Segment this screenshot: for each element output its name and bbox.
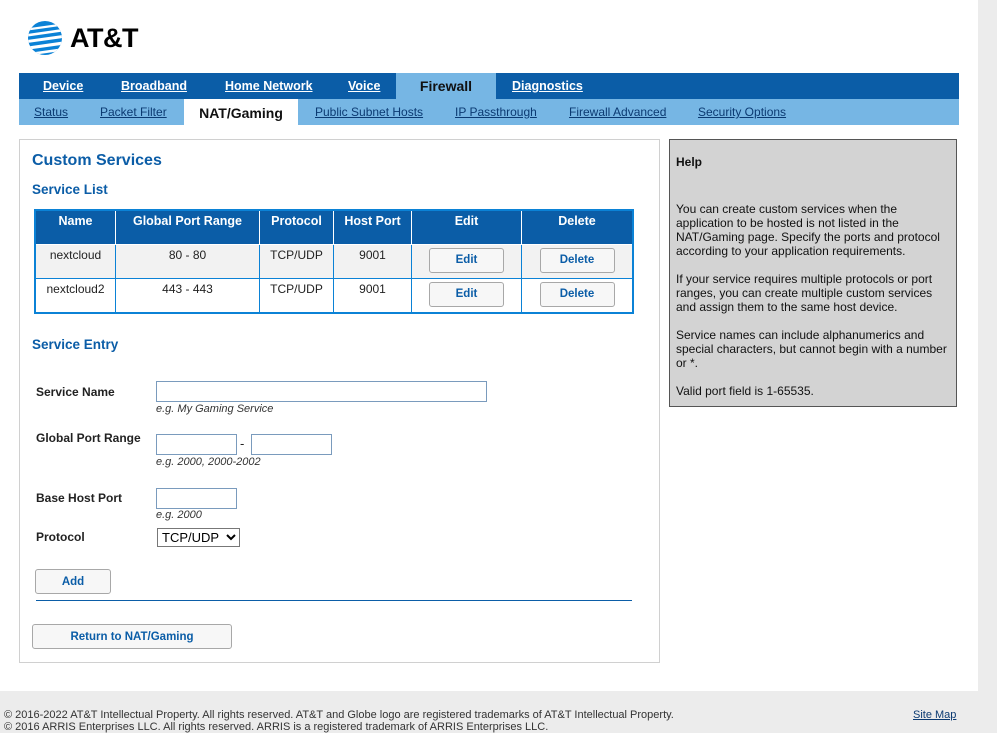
cell-delete: Delete <box>522 245 632 279</box>
tab-device[interactable]: Device <box>43 73 83 99</box>
copyright-arris: © 2016 ARRIS Enterprises LLC. All rights… <box>4 721 549 733</box>
cell-host-port: 9001 <box>334 245 412 279</box>
help-paragraph: You can create custom services when the … <box>676 202 940 258</box>
table-row: nextcloud2 443 - 443 TCP/UDP 9001 Edit D… <box>36 279 632 312</box>
port-range-hint: e.g. 2000, 2000-2002 <box>156 456 261 468</box>
cell-edit: Edit <box>412 279 522 312</box>
main-nav: Device Broadband Home Network Voice Fire… <box>19 73 959 99</box>
att-logo: AT&T <box>26 18 138 58</box>
host-port-input[interactable] <box>156 488 237 509</box>
footer: © 2016-2022 AT&T Intellectual Property. … <box>4 709 674 733</box>
help-paragraph: Valid port field is 1-65535. <box>676 384 814 398</box>
cell-range: 80 - 80 <box>116 245 260 279</box>
service-list-heading: Service List <box>32 182 108 197</box>
cell-range: 443 - 443 <box>116 279 260 312</box>
column-header: Global Port Range <box>116 211 260 245</box>
service-name-input[interactable] <box>156 381 487 402</box>
help-paragraph: Service names can include alphanumerics … <box>676 328 947 370</box>
port-range-dash: - <box>240 436 245 451</box>
site-map-link[interactable]: Site Map <box>913 709 956 721</box>
page-title: Custom Services <box>32 152 162 169</box>
tab-broadband[interactable]: Broadband <box>121 73 187 99</box>
column-header: Protocol <box>260 211 334 245</box>
help-panel: Help You can create custom services when… <box>669 139 957 407</box>
tab-home-network[interactable]: Home Network <box>225 73 313 99</box>
tab-diagnostics[interactable]: Diagnostics <box>512 73 583 99</box>
cell-name: nextcloud2 <box>36 279 116 312</box>
protocol-select[interactable]: TCP/UDP <box>157 528 240 547</box>
protocol-label: Protocol <box>36 530 85 544</box>
column-header: Delete <box>522 211 632 245</box>
copyright-att: © 2016-2022 AT&T Intellectual Property. … <box>4 709 674 721</box>
service-name-label: Service Name <box>36 385 115 399</box>
table-row: nextcloud 80 - 80 TCP/UDP 9001 Edit Dele… <box>36 245 632 279</box>
globe-icon <box>28 21 62 55</box>
column-header: Host Port <box>334 211 412 245</box>
service-name-hint: e.g. My Gaming Service <box>156 403 274 415</box>
subtab-nat-gaming[interactable]: NAT/Gaming <box>184 99 298 126</box>
cell-name: nextcloud <box>36 245 116 279</box>
cell-edit: Edit <box>412 245 522 279</box>
delete-button[interactable]: Delete <box>539 248 615 273</box>
port-range-start-input[interactable] <box>156 434 237 455</box>
subtab-security-options[interactable]: Security Options <box>698 99 786 125</box>
cell-protocol: TCP/UDP <box>260 245 334 279</box>
divider <box>36 600 632 601</box>
column-header: Name <box>36 211 116 245</box>
edit-button[interactable]: Edit <box>429 282 504 307</box>
cell-protocol: TCP/UDP <box>260 279 334 312</box>
service-list-table: Name Global Port Range Protocol Host Por… <box>34 209 634 314</box>
subtab-ip-passthrough[interactable]: IP Passthrough <box>455 99 537 125</box>
service-entry-heading: Service Entry <box>32 337 119 352</box>
help-title: Help <box>676 155 703 169</box>
subtab-status[interactable]: Status <box>34 99 68 125</box>
sub-nav: Status Packet Filter NAT/Gaming Public S… <box>19 99 959 126</box>
help-paragraph: If your service requires multiple protoc… <box>676 272 933 314</box>
edit-button[interactable]: Edit <box>429 248 504 273</box>
delete-button[interactable]: Delete <box>539 282 615 307</box>
subtab-public-subnet-hosts[interactable]: Public Subnet Hosts <box>315 99 423 125</box>
subtab-packet-filter[interactable]: Packet Filter <box>100 99 167 125</box>
cell-delete: Delete <box>522 279 632 312</box>
cell-host-port: 9001 <box>334 279 412 312</box>
return-to-nat-gaming-button[interactable]: Return to NAT/Gaming <box>32 624 232 649</box>
logo-text: AT&T <box>70 22 138 53</box>
port-range-end-input[interactable] <box>251 434 332 455</box>
add-button[interactable]: Add <box>35 569 111 594</box>
table-header-row: Name Global Port Range Protocol Host Por… <box>36 211 632 245</box>
host-port-label: Base Host Port <box>36 491 123 505</box>
page: AT&T Device Broadband Home Network Voice… <box>0 0 978 691</box>
tab-voice[interactable]: Voice <box>348 73 380 99</box>
port-range-label: Global Port Range <box>36 431 141 445</box>
tab-firewall[interactable]: Firewall <box>396 73 496 99</box>
content-panel: Custom Services Service List Name Global… <box>19 139 660 663</box>
column-header: Edit <box>412 211 522 245</box>
host-port-hint: e.g. 2000 <box>156 509 202 521</box>
subtab-firewall-advanced[interactable]: Firewall Advanced <box>569 99 666 125</box>
